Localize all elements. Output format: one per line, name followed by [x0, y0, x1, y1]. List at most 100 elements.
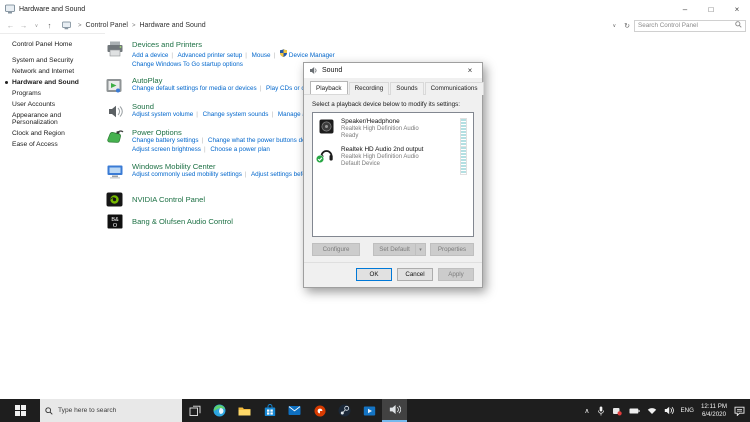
breadcrumb-hardware-and-sound[interactable]: Hardware and Sound	[139, 22, 205, 29]
tray-battery-icon[interactable]	[629, 407, 640, 415]
tab-playback[interactable]: Playback	[310, 81, 348, 94]
sidebar-item-user-accounts[interactable]: User Accounts	[12, 101, 98, 108]
back-icon[interactable]: ←	[4, 21, 17, 30]
tray-language-indicator[interactable]: ENG	[681, 407, 694, 414]
link-change-system-sounds[interactable]: Change system sounds	[203, 111, 269, 118]
taskbar-search[interactable]	[40, 399, 182, 422]
store-icon[interactable]	[257, 399, 282, 422]
device-speaker-headphone[interactable]: Speaker/Headphone Realtek High Definitio…	[316, 117, 470, 141]
link-adjust-system-volume[interactable]: Adjust system volume	[132, 111, 193, 118]
link-change-default-settings-media[interactable]: Change default settings for media or dev…	[132, 85, 257, 92]
sound-window-taskbar-icon[interactable]	[382, 399, 407, 422]
tab-sounds[interactable]: Sounds	[390, 82, 423, 95]
link-windows-to-go[interactable]: Change Windows To Go startup options	[132, 61, 243, 68]
refresh-icon[interactable]: ↻	[624, 22, 630, 30]
tray-volume-icon[interactable]	[664, 406, 674, 415]
set-default-dropdown-icon[interactable]: ▾	[415, 243, 426, 256]
dialog-tabs: Playback Recording Sounds Communications	[304, 78, 482, 95]
speaker-icon	[105, 102, 124, 120]
link-mouse[interactable]: Mouse	[252, 52, 271, 59]
action-center-icon[interactable]	[734, 406, 745, 416]
search-input[interactable]	[638, 22, 735, 29]
breadcrumb-separator: >	[132, 23, 136, 29]
steam-icon[interactable]	[332, 399, 357, 422]
recent-pages-dropdown-icon[interactable]: ∨	[30, 23, 43, 29]
breadcrumb-control-panel[interactable]: Control Panel	[86, 22, 128, 29]
close-button[interactable]: ×	[724, 0, 750, 18]
task-view-icon[interactable]	[182, 399, 207, 422]
address-dropdown-icon[interactable]: ∨	[612, 23, 616, 29]
printer-icon	[105, 40, 124, 58]
minimize-button[interactable]: –	[672, 0, 698, 18]
tray-clock[interactable]: 12:11 PM 6/4/2020	[701, 403, 727, 418]
breadcrumb-separator: >	[78, 23, 82, 29]
volume-meter	[460, 118, 467, 147]
bang-olufsen-icon: B&O	[105, 212, 124, 230]
link-power-buttons[interactable]: Change what the power buttons do	[208, 137, 306, 144]
section-title-nvidia-control-panel[interactable]: NVIDIA Control Panel	[132, 195, 205, 204]
tray-date: 6/4/2020	[701, 411, 727, 419]
file-explorer-icon[interactable]	[232, 399, 257, 422]
office-icon[interactable]	[307, 399, 332, 422]
tab-communications[interactable]: Communications	[425, 82, 484, 95]
link-device-manager[interactable]: Device Manager	[289, 52, 335, 59]
edge-icon[interactable]	[207, 399, 232, 422]
cancel-button[interactable]: Cancel	[397, 268, 433, 281]
sidebar-item-hardware-and-sound[interactable]: Hardware and Sound	[12, 79, 98, 86]
device-realtek-2nd-output[interactable]: Realtek HD Audio 2nd output Realtek High…	[316, 145, 470, 169]
apply-button[interactable]: Apply	[438, 268, 474, 281]
search-icon	[45, 402, 53, 420]
device-name: Realtek HD Audio 2nd output	[341, 146, 423, 154]
tray-time: 12:11 PM	[701, 403, 727, 411]
mail-icon[interactable]	[282, 399, 307, 422]
link-add-a-device[interactable]: Add a device	[132, 52, 168, 59]
section-title-bang-olufsen[interactable]: Bang & Olufsen Audio Control	[132, 217, 233, 226]
set-default-button[interactable]: Set Default	[373, 243, 415, 256]
tray-network-icon[interactable]	[647, 406, 657, 415]
address-bar: ← → ∨ ↑ > Control Panel > Hardware and S…	[0, 18, 750, 34]
sidebar-item-network-and-internet[interactable]: Network and Internet	[12, 68, 98, 75]
sidebar-item-ease-of-access[interactable]: Ease of Access	[12, 141, 98, 148]
up-icon[interactable]: ↑	[43, 21, 56, 30]
window-titlebar: Hardware and Sound – □ ×	[0, 0, 750, 18]
dialog-instruction: Select a playback device below to modify…	[304, 95, 482, 112]
section-title-devices-and-printers[interactable]: Devices and Printers	[132, 40, 335, 49]
sidebar-item-programs[interactable]: Programs	[12, 90, 98, 97]
link-change-battery-settings[interactable]: Change battery settings	[132, 137, 199, 144]
properties-button[interactable]: Properties	[430, 243, 474, 256]
taskbar-search-input[interactable]	[58, 407, 177, 414]
windows-logo-icon	[15, 405, 26, 416]
link-choose-power-plan[interactable]: Choose a power plan	[210, 146, 270, 153]
forward-icon[interactable]: →	[17, 21, 30, 30]
tray-chevron-up-icon[interactable]: ∧	[584, 407, 589, 415]
sidebar-item-control-panel-home[interactable]: Control Panel Home	[12, 41, 98, 48]
ok-button[interactable]: OK	[356, 268, 392, 281]
sidebar-item-appearance-and-personalization[interactable]: Appearance and Personalization	[12, 112, 94, 127]
maximize-button[interactable]: □	[698, 0, 724, 18]
tray-audio-app-icon[interactable]	[612, 406, 622, 416]
tab-recording[interactable]: Recording	[349, 82, 390, 95]
device-name: Speaker/Headphone	[341, 118, 419, 126]
sidebar-item-clock-and-region[interactable]: Clock and Region	[12, 130, 98, 137]
device-description: Realtek High Definition Audio	[341, 154, 423, 161]
breadcrumb-page-icon	[62, 21, 71, 30]
configure-button[interactable]: Configure	[312, 243, 360, 256]
sidebar-item-system-and-security[interactable]: System and Security	[12, 57, 98, 64]
uac-shield-icon	[280, 49, 287, 61]
link-advanced-printer-setup[interactable]: Advanced printer setup	[177, 52, 242, 59]
tray-microphone-icon[interactable]	[597, 406, 605, 416]
link-adjust-screen-brightness[interactable]: Adjust screen brightness	[132, 146, 201, 153]
start-button[interactable]	[0, 399, 40, 422]
movies-tv-icon[interactable]	[357, 399, 382, 422]
nvidia-icon	[105, 190, 124, 208]
speaker-device-icon	[318, 118, 335, 135]
sound-dialog-icon	[309, 66, 318, 75]
device-status: Ready	[341, 133, 419, 140]
dialog-close-icon[interactable]: ×	[458, 63, 482, 78]
default-device-check-icon	[316, 155, 324, 165]
search-icon	[735, 21, 742, 30]
sidebar: Control Panel Home System and Security N…	[0, 34, 102, 152]
volume-meter	[460, 146, 467, 175]
link-mobility-settings[interactable]: Adjust commonly used mobility settings	[132, 171, 242, 178]
control-panel-search[interactable]	[634, 20, 746, 32]
